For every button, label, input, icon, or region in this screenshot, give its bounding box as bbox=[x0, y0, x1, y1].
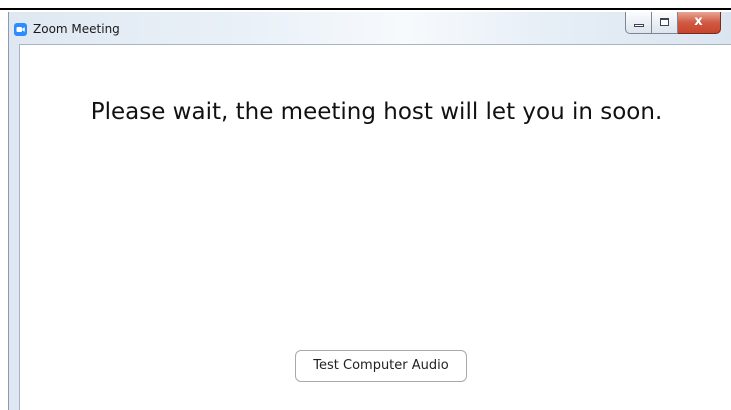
window-controls: x bbox=[625, 12, 721, 34]
zoom-meeting-window: Zoom Meeting x Please wait, the meeting … bbox=[8, 12, 731, 410]
maximize-icon bbox=[660, 18, 669, 26]
maximize-button[interactable] bbox=[652, 12, 678, 34]
waiting-room-panel: Please wait, the meeting host will let y… bbox=[19, 44, 731, 410]
close-icon: x bbox=[694, 14, 703, 29]
close-button[interactable]: x bbox=[678, 12, 721, 34]
minimize-icon bbox=[634, 24, 644, 27]
top-divider-line bbox=[0, 8, 731, 10]
waiting-room-message: Please wait, the meeting host will let y… bbox=[90, 99, 663, 125]
window-title: Zoom Meeting bbox=[33, 22, 120, 36]
zoom-camera-icon bbox=[14, 23, 27, 36]
title-bar[interactable]: Zoom Meeting x bbox=[9, 12, 731, 44]
minimize-button[interactable] bbox=[625, 12, 652, 34]
test-computer-audio-button[interactable]: Test Computer Audio bbox=[295, 350, 467, 382]
